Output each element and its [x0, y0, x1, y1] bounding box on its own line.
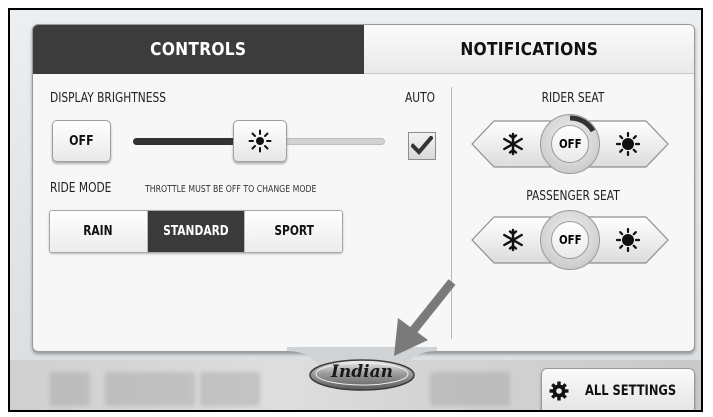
- ride-mode-standard[interactable]: STANDARD: [147, 211, 246, 252]
- passenger-seat-state: OFF: [551, 221, 589, 259]
- ghost-tile: [50, 372, 90, 406]
- ride-mode-sport-label: SPORT: [273, 224, 314, 239]
- ride-mode-standard-label: STANDARD: [163, 224, 229, 239]
- rider-seat-state-label: OFF: [558, 137, 582, 151]
- display-brightness-label: DISPLAY BRIGHTNESS: [50, 91, 166, 106]
- controls-panel: CONTROLS NOTIFICATIONS DISPLAY BRIGHTNES…: [32, 24, 695, 352]
- sun-icon: [248, 129, 272, 153]
- indian-logo-text: Indian: [330, 362, 394, 382]
- ride-mode-rain[interactable]: RAIN: [50, 211, 148, 252]
- checkmark-icon: [411, 136, 433, 155]
- auto-brightness-checkbox[interactable]: [408, 132, 436, 160]
- sun-icon: [616, 132, 640, 156]
- rider-seat-dial[interactable]: OFF: [540, 114, 600, 174]
- snowflake-icon: [503, 228, 523, 252]
- sun-icon: [616, 228, 640, 252]
- ghost-tile: [430, 372, 510, 406]
- ride-mode-sport[interactable]: SPORT: [245, 211, 342, 252]
- all-settings-button[interactable]: ALL SETTINGS: [541, 368, 695, 410]
- tab-controls-label: CONTROLS: [150, 39, 247, 60]
- rider-seat-label: RIDER SEAT: [541, 91, 605, 106]
- brightness-slider-thumb[interactable]: [232, 120, 287, 162]
- annotation-arrow-icon: [394, 279, 456, 356]
- tab-notifications[interactable]: NOTIFICATIONS: [363, 25, 694, 74]
- auto-label: AUTO: [405, 91, 436, 106]
- ride-mode-label: RIDE MODE: [50, 181, 112, 196]
- ghost-tile: [200, 372, 260, 406]
- all-settings-label: ALL SETTINGS: [585, 383, 677, 399]
- tab-bar: CONTROLS NOTIFICATIONS: [33, 25, 694, 74]
- rider-seat-control: OFF: [470, 114, 670, 174]
- screen-frame: CONTROLS NOTIFICATIONS DISPLAY BRIGHTNES…: [8, 8, 703, 412]
- passenger-seat-label: PASSENGER SEAT: [526, 189, 620, 204]
- rider-seat-state: OFF: [551, 125, 589, 163]
- ride-mode-note: THROTTLE MUST BE OFF TO CHANGE MODE: [145, 184, 317, 195]
- gear-icon: [549, 381, 569, 401]
- brightness-slider-fill: [133, 138, 239, 145]
- tab-notifications-label: NOTIFICATIONS: [459, 38, 598, 60]
- passenger-seat-control: OFF: [470, 210, 670, 270]
- brightness-off-button[interactable]: OFF: [52, 120, 111, 162]
- brightness-off-label: OFF: [69, 133, 94, 149]
- ride-mode-rain-label: RAIN: [83, 224, 114, 239]
- ghost-tile: [105, 372, 195, 406]
- ride-mode-selector: RAIN STANDARD SPORT: [49, 210, 343, 253]
- passenger-seat-state-label: OFF: [558, 233, 582, 247]
- tab-controls[interactable]: CONTROLS: [33, 25, 364, 74]
- passenger-seat-dial[interactable]: OFF: [540, 210, 600, 270]
- snowflake-icon: [503, 132, 523, 156]
